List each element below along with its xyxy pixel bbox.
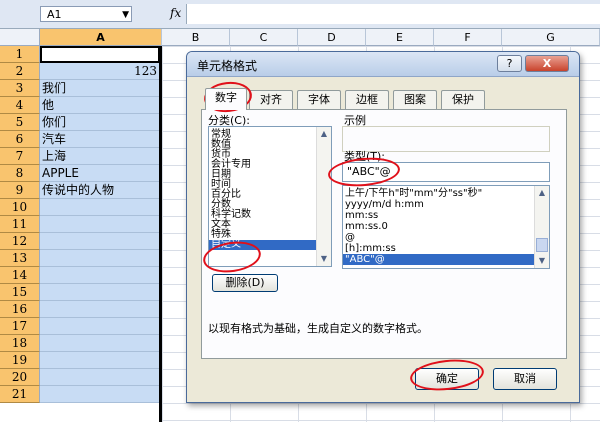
row-header[interactable]: 7 [0,148,40,165]
cell-a[interactable] [40,335,160,352]
dialog-titlebar[interactable]: 单元格格式 ? X [187,52,579,77]
active-cell[interactable] [40,46,160,63]
delete-button[interactable]: 删除(D) [212,274,278,292]
tab-font[interactable]: 字体 [297,90,341,109]
row-header[interactable]: 5 [0,114,40,131]
row-header[interactable]: 6 [0,131,40,148]
scroll-down-icon[interactable]: ▼ [535,254,549,268]
format-item[interactable]: mm:ss [343,210,549,221]
cell-a[interactable] [40,199,160,216]
cell-a[interactable] [40,352,160,369]
category-item[interactable]: 自定义 [209,240,331,250]
format-item[interactable]: mm:ss.0 [343,221,549,232]
row-header[interactable]: 8 [0,165,40,182]
cell-a[interactable]: 他 [40,97,160,114]
cell-a[interactable] [40,301,160,318]
scroll-up-icon[interactable]: ▲ [317,127,331,141]
format-list[interactable]: 上午/下午h"时"mm"分"ss"秒" yyyy/m/d h:mm mm:ss mm:… [342,185,550,269]
tab-pattern[interactable]: 图案 [393,90,437,109]
cell-value: 你们 [42,115,67,129]
row-header[interactable]: 16 [0,301,40,318]
dialog-title: 单元格格式 [197,59,258,73]
format-item[interactable]: 上午/下午h"时"mm"分"ss"秒" [343,188,549,199]
selection-border [159,46,162,422]
column-header-b[interactable]: B [162,29,230,46]
row-header[interactable]: 19 [0,352,40,369]
cell-a[interactable] [40,216,160,233]
cancel-button[interactable]: 取消 [493,368,557,390]
cell-value: 传说中的人物 [42,183,115,197]
type-input[interactable]: "ABC"@ [342,162,550,182]
column-header-a[interactable]: A [40,29,162,46]
category-list[interactable]: 常规 数值 货币 会计专用 日期 时间 百分比 分数 科学记数 文本 特殊 自定义 ▲ ▼ [208,126,332,267]
row-header[interactable]: 17 [0,318,40,335]
category-scrollbar[interactable]: ▲ ▼ [316,127,331,266]
row-header[interactable]: 14 [0,267,40,284]
scroll-thumb[interactable] [536,238,548,252]
cell-a[interactable]: 汽车 [40,131,160,148]
cell-a[interactable]: 我们 [40,80,160,97]
function-icon[interactable]: fx [170,6,181,20]
row-header[interactable]: 18 [0,335,40,352]
cell-value: 上海 [42,149,67,163]
row-header[interactable]: 20 [0,369,40,386]
cell-a[interactable] [40,233,160,250]
cell-a[interactable] [40,250,160,267]
column-header-e[interactable]: E [366,29,434,46]
cell-a[interactable]: 传说中的人物 [40,182,160,199]
name-box[interactable]: A1 ▼ [40,6,132,22]
tab-alignment[interactable]: 对齐 [249,90,293,109]
format-scrollbar[interactable]: ▲ ▼ [534,186,549,268]
name-box-value: A1 [47,8,62,21]
cell-a[interactable] [40,369,160,386]
format-item[interactable]: yyyy/m/d h:mm [343,199,549,210]
cell-a[interactable]: 123 [40,63,160,80]
row-header[interactable]: 12 [0,233,40,250]
column-header-c[interactable]: C [230,29,298,46]
row-header[interactable]: 4 [0,97,40,114]
row-header[interactable]: 15 [0,284,40,301]
select-all-corner[interactable] [0,29,40,46]
column-header-f[interactable]: F [434,29,502,46]
tab-border[interactable]: 边框 [345,90,389,109]
tab-number[interactable]: 数字 [205,88,247,110]
format-item[interactable]: @ [343,232,549,243]
cell-a[interactable] [40,386,160,403]
cell-a[interactable]: APPLE [40,165,160,182]
cell-value: 我们 [42,81,67,95]
cell-a[interactable] [40,318,160,335]
formula-bar: A1 ▼ fx [0,0,600,29]
scroll-down-icon[interactable]: ▼ [317,252,331,266]
row-header[interactable]: 13 [0,250,40,267]
cell-a[interactable] [40,267,160,284]
column-header-g[interactable]: G [502,29,600,46]
format-item[interactable]: "ABC"@ [343,254,549,265]
tab-panel-number: 分类(C): 常规 数值 货币 会计专用 日期 时间 百分比 分数 科学记数 文本 特殊 自定义 ▲ … [201,109,567,359]
format-item[interactable]: [h]:mm:ss [343,243,549,254]
row-header[interactable]: 9 [0,182,40,199]
cell-a[interactable] [40,284,160,301]
cell-a[interactable]: 上海 [40,148,160,165]
chevron-down-icon[interactable]: ▼ [122,7,129,23]
ok-button[interactable]: 确定 [415,368,479,390]
row-header[interactable]: 3 [0,80,40,97]
description-text: 以现有格式为基础，生成自定义的数字格式。 [208,322,428,335]
cell-value: APPLE [42,166,79,180]
row-header[interactable]: 2 [0,63,40,80]
row-header[interactable]: 1 [0,46,40,63]
scroll-up-icon[interactable]: ▲ [535,186,549,200]
row-header[interactable]: 21 [0,386,40,403]
row-header[interactable]: 10 [0,199,40,216]
close-button[interactable]: X [525,55,569,72]
cell-a[interactable]: 你们 [40,114,160,131]
tab-protection[interactable]: 保护 [441,90,485,109]
column-header-d[interactable]: D [298,29,366,46]
help-button[interactable]: ? [497,55,522,72]
row-header[interactable]: 11 [0,216,40,233]
cell-value: 汽车 [42,132,67,146]
formula-input[interactable] [186,4,600,24]
cell-value: 123 [134,64,157,78]
cell-value: 他 [42,98,55,112]
format-cells-dialog: 单元格格式 ? X 数字 对齐 字体 边框 图案 保护 分类(C): 常规 数值货… [186,51,580,403]
